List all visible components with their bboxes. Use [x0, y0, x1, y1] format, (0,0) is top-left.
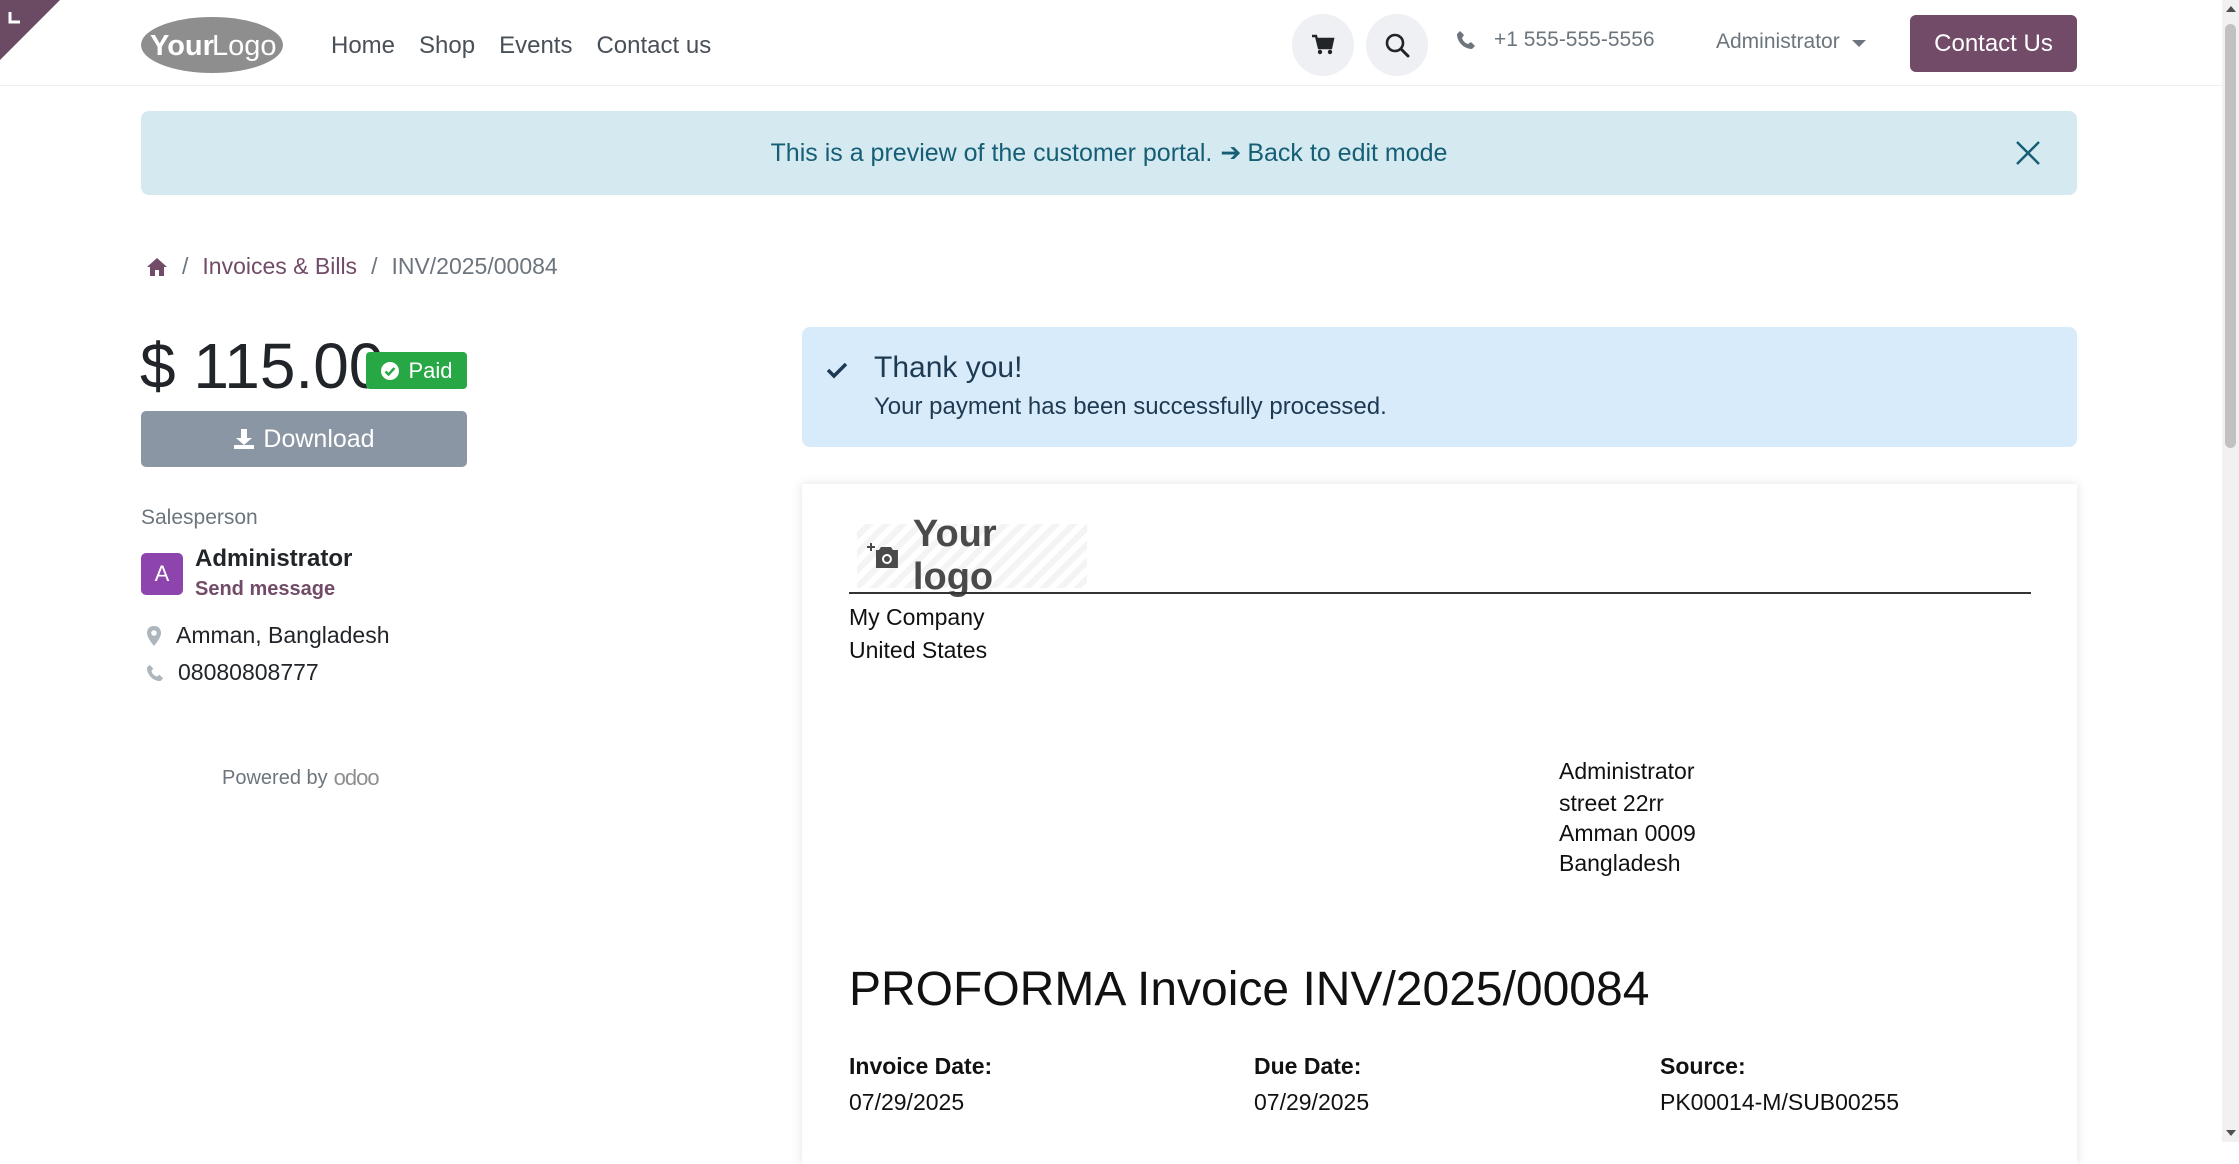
arrow-right-icon: ➔ — [1220, 139, 1242, 167]
company-country: United States — [849, 637, 988, 663]
download-button-label: Download — [263, 424, 375, 453]
header-divider — [849, 592, 2031, 594]
svg-text:Your: Your — [150, 30, 214, 62]
invoice-title: PROFORMA Invoice INV/2025/00084 — [849, 963, 1650, 1016]
customer-street: street 22rr — [1559, 790, 1664, 816]
odoo-logo: odoo — [333, 765, 380, 790]
customer-city: Amman 0009 — [1559, 820, 1696, 846]
cart-button[interactable] — [1292, 14, 1354, 76]
invoice-logo-text: Your logo — [912, 513, 997, 598]
status-badge-label: Paid — [408, 357, 453, 383]
invoice-logo-placeholder[interactable]: Your logo — [857, 513, 1087, 598]
header-phone-number: +1 555-555-5556 — [1494, 28, 1655, 51]
avatar: A — [141, 553, 183, 595]
map-marker-icon — [147, 625, 161, 646]
chevron-down-icon — [1851, 39, 1866, 47]
salesperson-address: Amman, Bangladesh — [146, 622, 390, 649]
phone-text: 08080808777 — [178, 659, 319, 685]
scroll-down-icon[interactable] — [2226, 1130, 2236, 1136]
company-name: My Company — [849, 604, 985, 630]
search-button[interactable] — [1366, 14, 1428, 76]
customer-country: Bangladesh — [1559, 850, 1681, 876]
check-circle-icon — [381, 361, 400, 380]
preview-banner: This is a preview of the customer portal… — [141, 111, 2077, 195]
alert-message: Your payment has been successfully proce… — [874, 393, 1387, 420]
header-phone[interactable]: +1 555-555-5556 — [1456, 28, 1655, 52]
due-date-label: Due Date: — [1254, 1053, 1362, 1079]
customer-name: Administrator — [1559, 758, 1695, 784]
powered-by[interactable]: Powered by odoo — [222, 765, 380, 791]
invoice-amount: $ 115.00 — [140, 330, 385, 402]
breadcrumb-current: INV/2025/00084 — [391, 253, 558, 279]
breadcrumb-invoices[interactable]: Invoices & Bills — [202, 253, 357, 280]
cart-icon — [1312, 34, 1335, 55]
user-menu-label: Administrator — [1716, 30, 1840, 53]
source-label: Source: — [1660, 1053, 1746, 1079]
site-logo[interactable]: Your Logo — [140, 16, 285, 74]
page-scrollbar[interactable] — [2222, 0, 2239, 1142]
scrollbar-thumb[interactable] — [2225, 24, 2236, 448]
check-icon — [826, 362, 848, 379]
alert-title: Thank you! — [874, 351, 1023, 384]
address-text: Amman, Bangladesh — [176, 622, 390, 648]
breadcrumb: / Invoices & Bills / INV/2025/00084 — [146, 253, 558, 280]
status-badge: Paid — [366, 352, 467, 389]
due-date-value: 07/29/2025 — [1254, 1089, 1370, 1115]
invoice-date-label: Invoice Date: — [849, 1053, 993, 1079]
nav-home[interactable]: Home — [331, 26, 395, 66]
salesperson-name: Administrator — [195, 545, 353, 572]
camera-plus-icon — [867, 543, 898, 568]
close-icon[interactable] — [2013, 138, 2043, 168]
home-icon[interactable] — [146, 257, 168, 277]
send-message-link[interactable]: Send message — [195, 578, 335, 601]
edit-corner-icon[interactable] — [0, 0, 60, 60]
contact-us-button[interactable]: Contact Us — [1910, 15, 2077, 72]
phone-icon — [146, 664, 164, 681]
payment-success-alert: Thank you! Your payment has been success… — [802, 327, 2077, 447]
preview-banner-text: This is a preview of the customer portal… — [770, 138, 1213, 167]
scroll-up-icon[interactable] — [2226, 6, 2236, 12]
salesperson-phone: 08080808777 — [146, 659, 319, 686]
search-icon — [1385, 33, 1410, 58]
site-header: Your Logo Home Shop Events Contact us +1… — [0, 0, 2222, 86]
salesperson-heading: Salesperson — [141, 506, 258, 529]
source-value: PK00014-M/SUB00255 — [1660, 1089, 1900, 1115]
download-icon — [234, 429, 255, 449]
phone-icon — [1457, 31, 1475, 49]
invoice-date-value: 07/29/2025 — [849, 1089, 965, 1115]
user-menu[interactable]: Administrator — [1716, 30, 1866, 54]
svg-text:Logo: Logo — [212, 30, 277, 62]
download-button[interactable]: Download — [141, 411, 467, 467]
nav-contact-us[interactable]: Contact us — [596, 26, 711, 66]
back-to-edit-link[interactable]: Back to edit mode — [1247, 139, 1447, 168]
powered-by-label: Powered by — [222, 766, 328, 789]
invoice-document: Your logo My Company United States Admin… — [802, 484, 2077, 1164]
nav-shop[interactable]: Shop — [419, 26, 475, 66]
nav-events[interactable]: Events — [499, 26, 572, 66]
main-nav: Home Shop Events Contact us — [331, 26, 711, 66]
